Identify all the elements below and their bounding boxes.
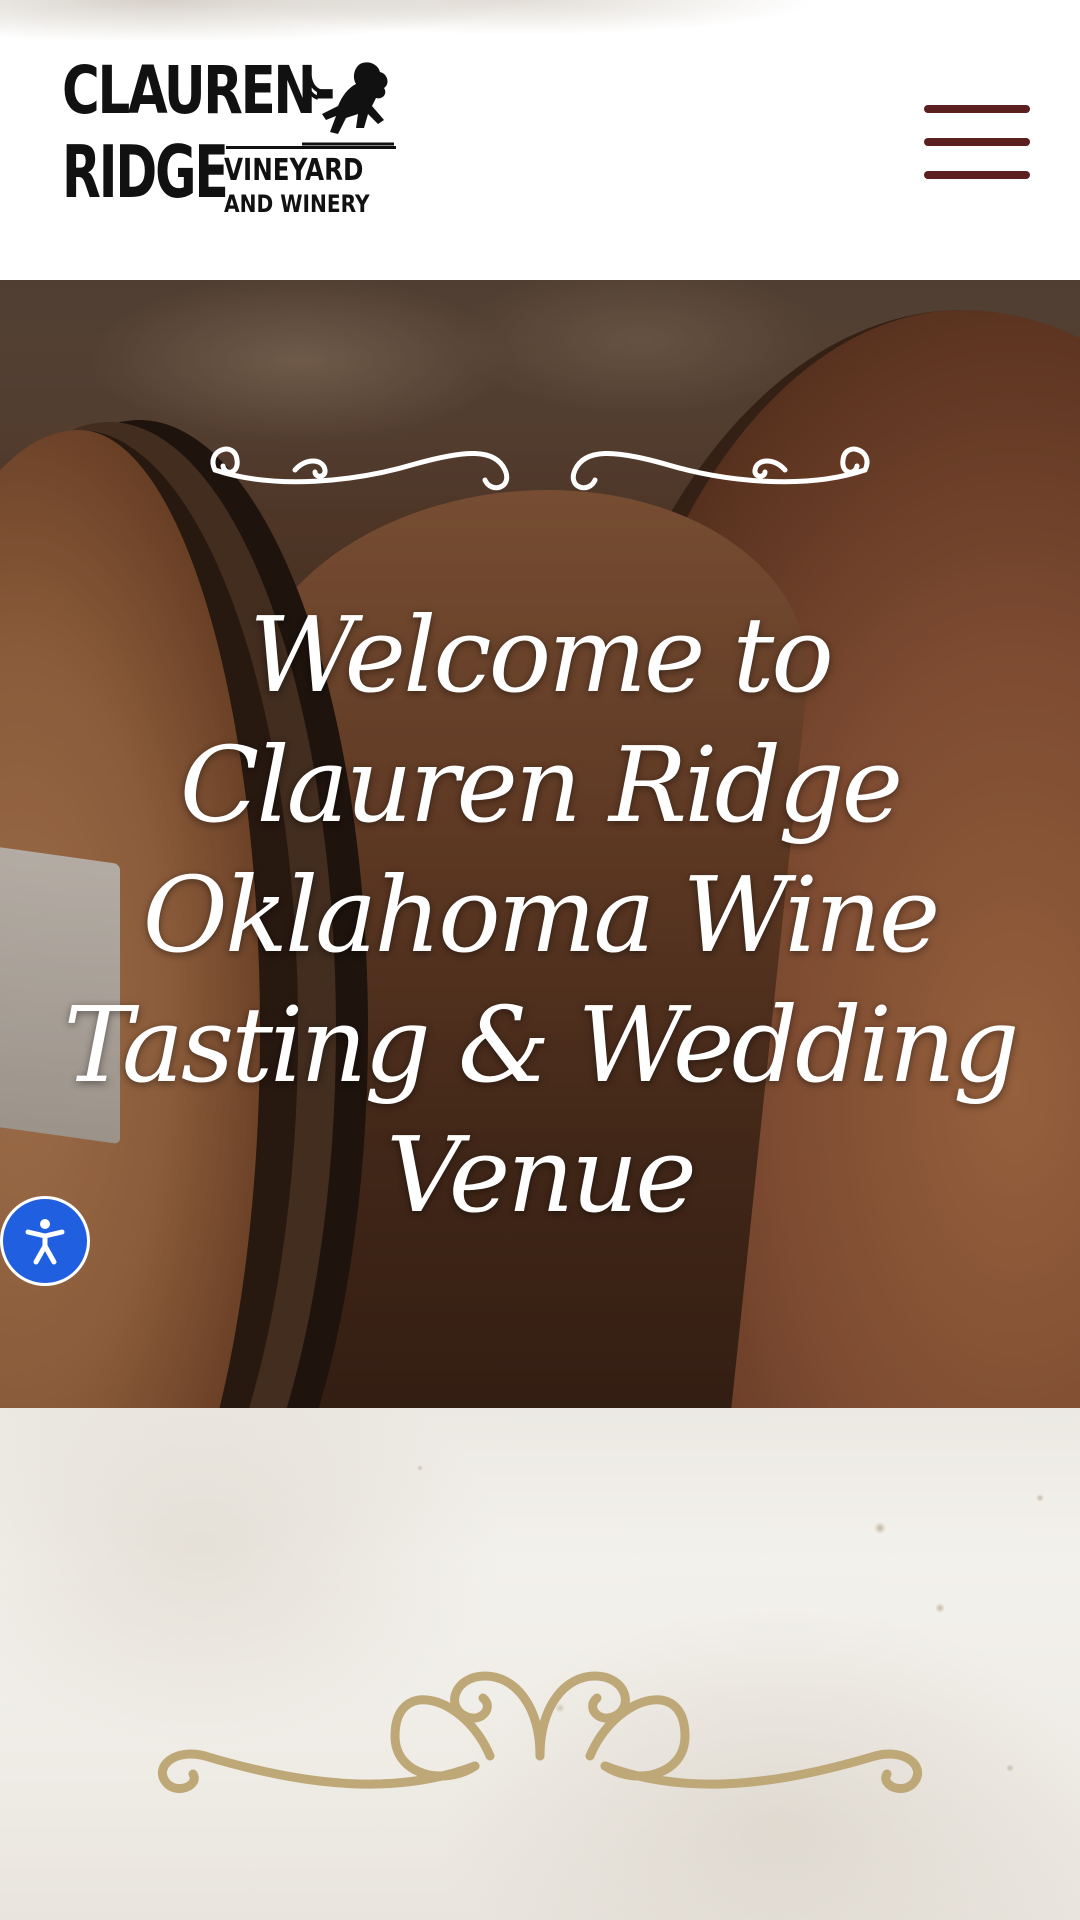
scroll-flourish-icon bbox=[210, 446, 870, 491]
site-header: CLAUREN- RIDGE VINEYARD AND WINERY bbox=[0, 0, 1080, 280]
gold-flourish-icon bbox=[158, 1671, 922, 1794]
intro-section bbox=[0, 1408, 1080, 1920]
site-logo[interactable]: CLAUREN- RIDGE VINEYARD AND WINERY bbox=[62, 58, 402, 228]
accessibility-button[interactable] bbox=[0, 1196, 90, 1286]
page: CLAUREN- RIDGE VINEYARD AND WINERY Welco… bbox=[0, 0, 1080, 1920]
logo-text-clauren: CLAUREN- bbox=[62, 52, 336, 129]
logo-text-winery: AND WINERY bbox=[224, 190, 370, 218]
menu-bar-bottom bbox=[924, 171, 1030, 179]
logo-text-vineyard: VINEYARD bbox=[224, 153, 364, 188]
hero-banner: Welcome to Clauren Ridge Oklahoma Wine T… bbox=[0, 280, 1080, 1408]
menu-bar-top bbox=[924, 105, 1030, 113]
logo-text-ridge: RIDGE bbox=[62, 130, 229, 214]
accessibility-person-icon bbox=[25, 1219, 65, 1265]
hamburger-menu-icon[interactable] bbox=[924, 102, 1030, 182]
lion-icon bbox=[302, 62, 394, 146]
menu-bar-middle bbox=[924, 138, 1030, 146]
logo-divider bbox=[226, 146, 396, 149]
hero-title: Welcome to Clauren Ridge Oklahoma Wine T… bbox=[63, 594, 1020, 1236]
